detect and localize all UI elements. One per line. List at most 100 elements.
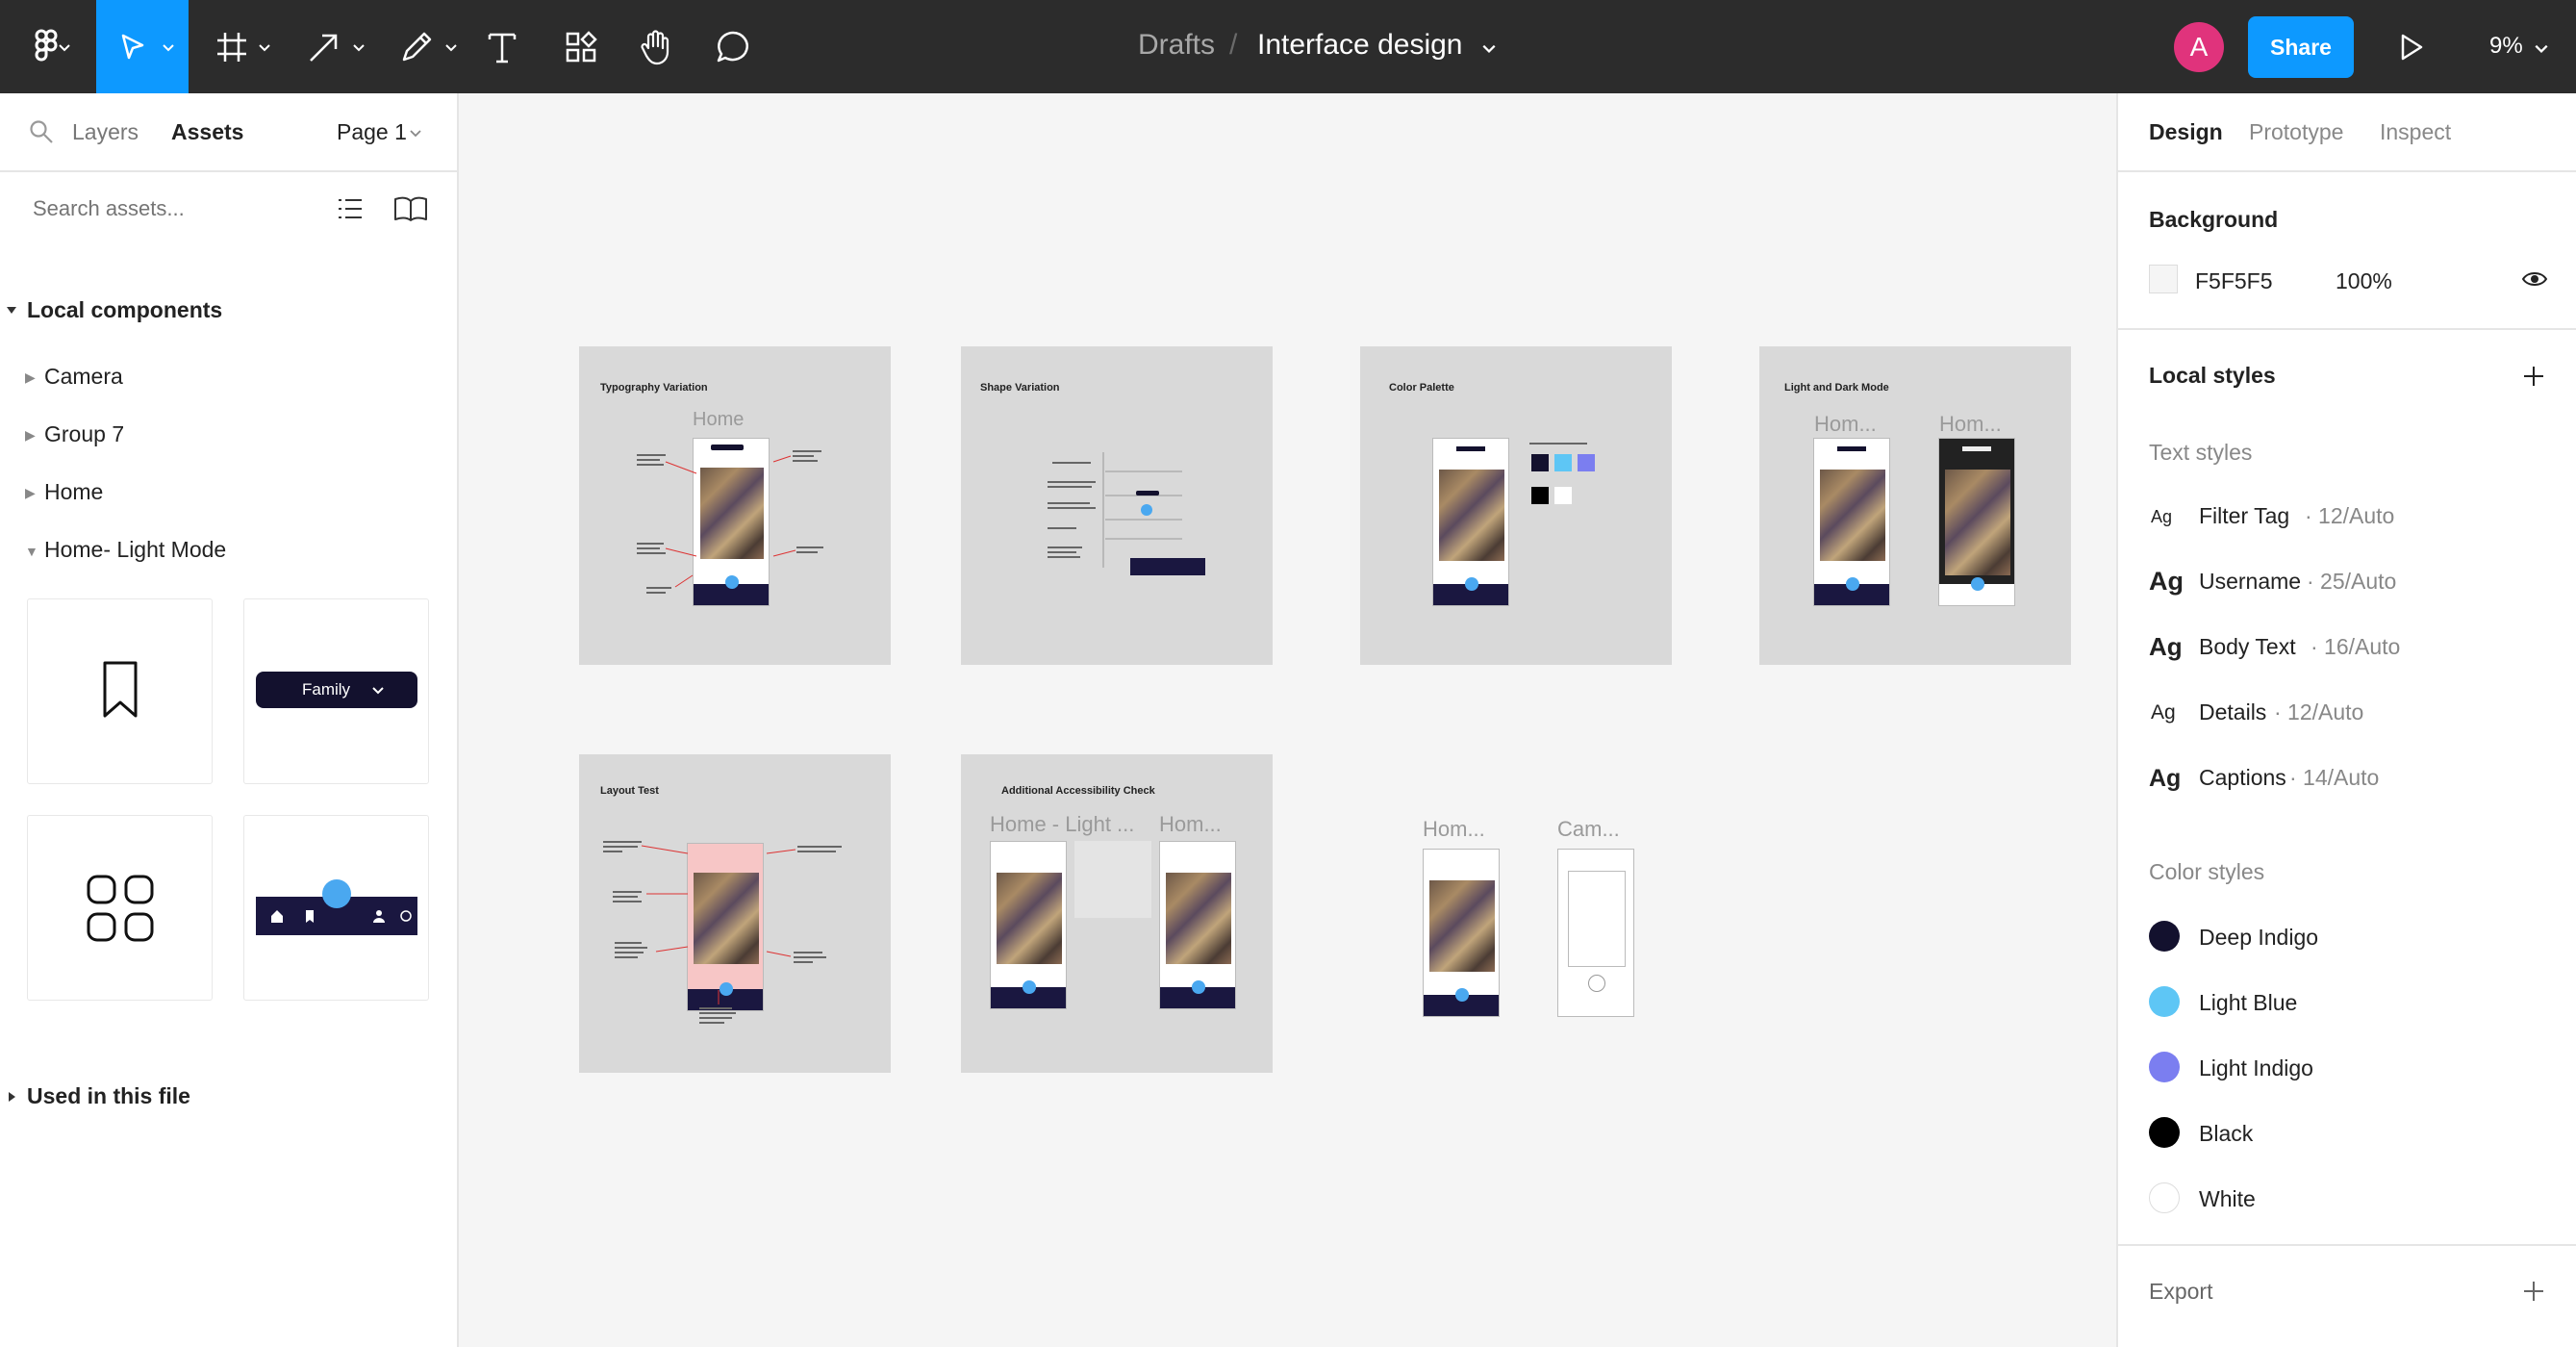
avatar[interactable]: A (2174, 22, 2224, 72)
breadcrumb-separator: / (1229, 29, 1238, 61)
pen-icon (402, 32, 432, 61)
page-selector[interactable]: Page 1 (337, 119, 407, 145)
filter-chip (1962, 446, 1991, 451)
family-chip-component-thumb[interactable]: Family (243, 598, 429, 784)
color-style-name: White (2199, 1186, 2256, 1211)
arrow-icon (310, 34, 338, 62)
hand-tool-button[interactable] (627, 0, 685, 93)
camera-viewfinder (1568, 871, 1626, 967)
tab-design[interactable]: Design (2149, 119, 2223, 145)
component-group-7[interactable]: ▶ Group 7 (25, 421, 124, 447)
plus-icon[interactable] (2522, 365, 2545, 388)
bookmark-icon (103, 661, 138, 718)
frame-shape-variation[interactable]: Shape Variation (961, 346, 1273, 665)
frame-layout-test[interactable]: Layout Test (579, 754, 891, 1073)
frame-accessibility-check[interactable]: Additional Accessibility Check Home - Li… (961, 754, 1273, 1073)
camera-fab (1846, 577, 1859, 591)
background-title: Background (2149, 207, 2279, 232)
divider (2118, 328, 2576, 330)
frame-ghost-label: Home (693, 409, 745, 430)
component-camera[interactable]: ▶ Camera (25, 364, 123, 390)
grid-component-thumb[interactable] (27, 815, 213, 1001)
ag-icon: Ag (2151, 701, 2176, 724)
color-style-deep-indigo[interactable]: Deep Indigo (2149, 919, 2553, 957)
color-swatch (2149, 1117, 2180, 1148)
frame-tool-button[interactable] (204, 0, 281, 93)
frame-icon (217, 32, 246, 62)
search-assets-input[interactable] (33, 193, 292, 224)
shape-annotation-icon (1048, 452, 1205, 575)
component-label: Home (44, 479, 104, 504)
text-style-captions[interactable]: Ag Captions · 14/Auto (2149, 763, 2553, 798)
share-button[interactable]: Share (2248, 16, 2354, 78)
filter-chip (1456, 446, 1485, 451)
file-menu-chevron-icon[interactable] (1481, 40, 1497, 56)
frame-ghost-label: Hom... (1814, 412, 1877, 436)
nav-icons-icon (271, 910, 412, 923)
phone-mockup (990, 841, 1067, 1009)
color-style-white[interactable]: White (2149, 1181, 2553, 1219)
text-style-spec: · 25/Auto (2307, 569, 2397, 594)
breadcrumb-parent[interactable]: Drafts (1138, 29, 1215, 62)
frame-light-dark-mode[interactable]: Light and Dark Mode Hom... Hom... (1759, 346, 2071, 665)
frame-title: Light and Dark Mode (1784, 382, 1889, 394)
photo (1166, 873, 1231, 964)
chevron-down-icon[interactable] (2534, 40, 2549, 56)
text-style-filter-tag[interactable]: Ag Filter Tag · 12/Auto (2149, 501, 2553, 536)
color-style-light-indigo[interactable]: Light Indigo (2149, 1050, 2553, 1088)
loose-camera-frame[interactable] (1557, 849, 1634, 1017)
caret-right-icon[interactable] (6, 1091, 17, 1103)
list-view-icon[interactable] (337, 197, 364, 220)
move-tool-button[interactable] (96, 0, 189, 93)
file-name[interactable]: Interface design (1257, 29, 1462, 62)
color-styles-title: Color styles (2149, 859, 2265, 884)
background-color-swatch[interactable] (2149, 265, 2178, 293)
shape-tool-button[interactable] (296, 0, 373, 93)
chevron-down-icon[interactable] (409, 126, 422, 140)
color-style-name: Black (2199, 1121, 2254, 1146)
frame-typography-variation[interactable]: Typography Variation Home (579, 346, 891, 665)
zoom-level[interactable]: 9% (2489, 33, 2523, 60)
component-home-light-mode[interactable]: ▼ Home- Light Mode (25, 537, 226, 563)
play-icon[interactable] (2399, 33, 2424, 62)
chevron-down-icon (259, 44, 270, 52)
text-tool-button[interactable] (473, 0, 531, 93)
camera-fab (1023, 980, 1036, 994)
background-hex[interactable]: F5F5F5 (2195, 268, 2273, 294)
frame-color-palette[interactable]: Color Palette (1360, 346, 1672, 665)
plus-icon[interactable] (2522, 1280, 2545, 1303)
background-opacity[interactable]: 100% (2336, 268, 2392, 294)
frame-title: Color Palette (1389, 382, 1454, 394)
used-in-file-title[interactable]: Used in this file (27, 1083, 190, 1109)
tab-prototype[interactable]: Prototype (2249, 119, 2343, 145)
right-panel: Design Prototype Inspect Background F5F5… (2116, 93, 2576, 1347)
main-menu-button[interactable] (0, 0, 93, 93)
library-book-icon[interactable] (392, 195, 429, 222)
divider (2118, 170, 2576, 172)
text-style-username[interactable]: Ag Username · 25/Auto (2149, 567, 2553, 601)
loose-home-frame[interactable] (1423, 849, 1500, 1017)
figma-logo-icon (34, 29, 57, 61)
resources-button[interactable] (552, 0, 610, 93)
tab-layers[interactable]: Layers (72, 119, 139, 145)
bookmark-component-thumb[interactable] (27, 598, 213, 784)
tab-assets[interactable]: Assets (171, 119, 243, 145)
nav-bar-component-thumb[interactable] (243, 815, 429, 1001)
caret-down-icon[interactable] (6, 304, 17, 316)
text-style-body-text[interactable]: Ag Body Text · 16/Auto (2149, 632, 2553, 667)
grid-icon (87, 875, 154, 942)
search-icon[interactable] (29, 119, 54, 144)
tab-inspect[interactable]: Inspect (2380, 119, 2451, 145)
pen-tool-button[interactable] (389, 0, 466, 93)
text-style-details[interactable]: Ag Details · 12/Auto (2149, 698, 2553, 732)
canvas[interactable]: Typography Variation Home Shape Variatio… (461, 93, 2114, 1347)
eye-icon[interactable] (2521, 269, 2548, 289)
comment-tool-button[interactable] (704, 0, 762, 93)
export-title[interactable]: Export (2149, 1279, 2212, 1305)
toolbar: Drafts / Interface design A Share 9% (0, 0, 2576, 93)
phone-mockup-light (1813, 438, 1890, 606)
component-home[interactable]: ▶ Home (25, 479, 103, 505)
color-style-black[interactable]: Black (2149, 1115, 2553, 1154)
color-style-light-blue[interactable]: Light Blue (2149, 984, 2553, 1023)
local-components-title[interactable]: Local components (27, 297, 222, 323)
